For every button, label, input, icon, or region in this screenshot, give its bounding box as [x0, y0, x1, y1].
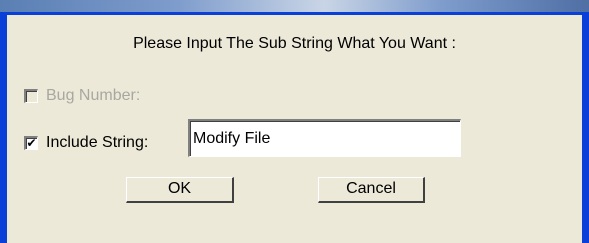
bug-number-label: Bug Number:: [46, 87, 141, 104]
prompt-text: Please Input The Sub String What You Wan…: [133, 35, 456, 52]
dialog-frame: Please Input The Sub String What You Wan…: [0, 12, 589, 243]
include-string-checkbox[interactable]: ✔: [24, 136, 38, 150]
ok-button[interactable]: OK: [126, 177, 234, 203]
include-string-label: Include String:: [46, 134, 149, 151]
substring-dialog: Please Input The Sub String What You Wan…: [7, 15, 582, 243]
cancel-button[interactable]: Cancel: [318, 177, 425, 203]
bug-number-checkbox[interactable]: [24, 89, 38, 103]
checkmark-icon: ✔: [26, 136, 37, 150]
include-string-input[interactable]: [188, 119, 461, 157]
